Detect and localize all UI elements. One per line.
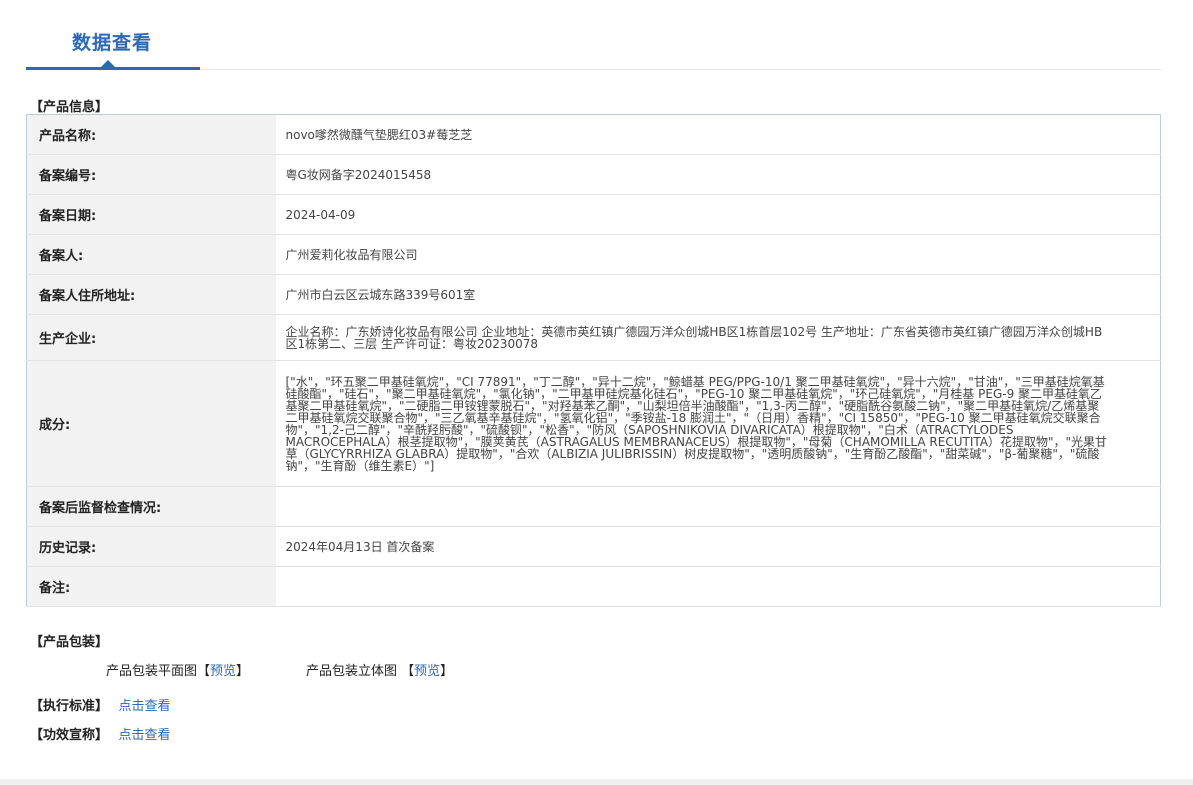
- caret-up-icon: [101, 60, 115, 67]
- claims-label: 【功效宣称】: [30, 728, 109, 743]
- row-label: 备案人:: [26, 234, 276, 275]
- table-row: 备案日期: 2024-04-09: [26, 194, 1161, 235]
- row-value: 粤G妆网备字2024015458: [275, 154, 1161, 195]
- row-label: 产品名称:: [26, 114, 276, 155]
- table-row: 成分: ["水"，"环五聚二甲基硅氧烷"，"CI 77891"，"丁二醇"，"异…: [26, 360, 1161, 487]
- row-label: 成分:: [26, 360, 276, 487]
- section-title-claims: 【功效宣称】 点击查看: [30, 724, 171, 743]
- row-value: novo嗲然微醺气垫腮红03#莓芝芝: [275, 114, 1161, 155]
- row-label: 备案编号:: [26, 154, 276, 195]
- section-title-packaging: 【产品包装】: [30, 635, 109, 650]
- packaging-flat: 产品包装平面图【预览】: [106, 664, 250, 679]
- row-value: [275, 486, 1161, 527]
- table-row: 备案编号: 粤G妆网备字2024015458: [26, 154, 1161, 195]
- row-value: [275, 566, 1161, 607]
- row-label: 生产企业:: [26, 314, 276, 361]
- row-value: 广州爱莉化妆品有限公司: [275, 234, 1161, 275]
- packaging-stereo-label: 产品包装立体图: [306, 664, 398, 679]
- table-row: 备案后监督检查情况:: [26, 486, 1161, 527]
- row-value: 广州市白云区云城东路339号601室: [275, 274, 1161, 315]
- table-row: 历史记录: 2024年04月13日 首次备案: [26, 526, 1161, 567]
- claims-view-link[interactable]: 点击查看: [119, 728, 171, 743]
- tab-bar: 数据查看: [26, 0, 1161, 70]
- table-row: 备案人住所地址: 广州市白云区云城东路339号601室: [26, 274, 1161, 315]
- table-row: 备注:: [26, 566, 1161, 607]
- row-label: 历史记录:: [26, 526, 276, 567]
- row-label: 备案日期:: [26, 194, 276, 235]
- section-title-product-info: 【产品信息】: [30, 100, 109, 115]
- packaging-stereo: 产品包装立体图 【预览】: [306, 664, 454, 679]
- row-label: 备案人住所地址:: [26, 274, 276, 315]
- product-info-table: 产品名称: novo嗲然微醺气垫腮红03#莓芝芝 备案编号: 粤G妆网备字202…: [26, 114, 1161, 607]
- row-label: 备注:: [26, 566, 276, 607]
- footer-bar: [0, 779, 1193, 785]
- table-row: 生产企业: 企业名称：广东娇诗化妆品有限公司 企业地址：英德市英红镇广德园万洋众…: [26, 314, 1161, 361]
- stereo-preview-link[interactable]: 预览: [414, 664, 440, 679]
- row-label: 备案后监督检查情况:: [26, 486, 276, 527]
- row-value: 2024年04月13日 首次备案: [275, 526, 1161, 567]
- row-value: 企业名称：广东娇诗化妆品有限公司 企业地址：英德市英红镇广德园万洋众创城HB区1…: [275, 314, 1161, 361]
- standard-label: 【执行标准】: [30, 699, 109, 714]
- table-row: 产品名称: novo嗲然微醺气垫腮红03#莓芝芝: [26, 114, 1161, 155]
- page: 数据查看 【产品信息】 产品名称: novo嗲然微醺气垫腮红03#莓芝芝 备案编…: [0, 0, 1193, 785]
- section-title-standard: 【执行标准】 点击查看: [30, 695, 171, 714]
- table-row: 备案人: 广州爱莉化妆品有限公司: [26, 234, 1161, 275]
- active-tab-indicator: [26, 67, 200, 70]
- standard-view-link[interactable]: 点击查看: [119, 699, 171, 714]
- tab-data-view[interactable]: 数据查看: [72, 28, 152, 55]
- row-value: 2024-04-09: [275, 194, 1161, 235]
- packaging-flat-label: 产品包装平面图: [106, 664, 198, 679]
- flat-preview-link[interactable]: 预览: [210, 664, 236, 679]
- ingredients-value: ["水"，"环五聚二甲基硅氧烷"，"CI 77891"，"丁二醇"，"异十二烷"…: [275, 360, 1161, 487]
